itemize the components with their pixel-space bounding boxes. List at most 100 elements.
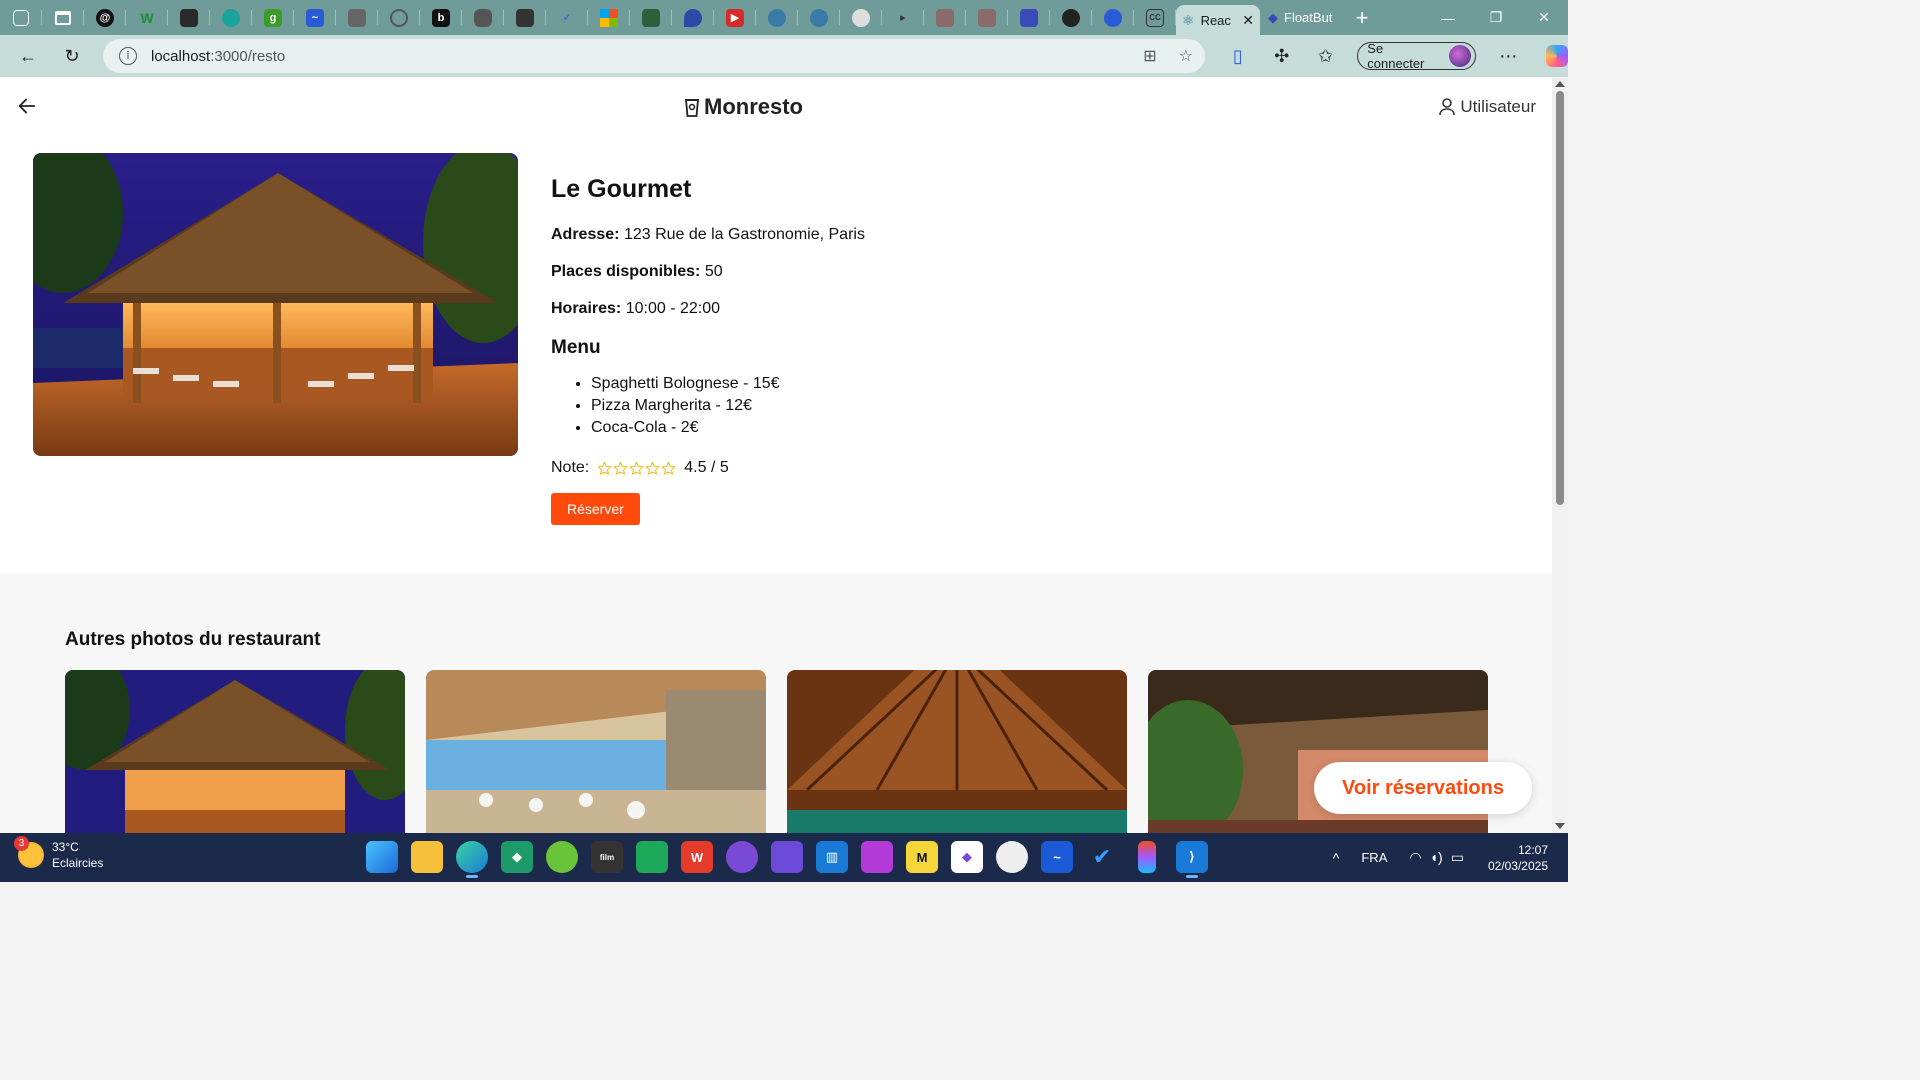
- close-tab-icon[interactable]: ✕: [1242, 12, 1254, 29]
- pinned-tab-gray[interactable]: [336, 0, 378, 35]
- app-available-icon[interactable]: ⊞: [1143, 46, 1156, 66]
- workspaces-icon[interactable]: [0, 0, 42, 35]
- figma-icon[interactable]: [1138, 841, 1156, 873]
- pinned-tab-wave[interactable]: ~: [294, 0, 336, 35]
- minimize-icon[interactable]: —: [1424, 0, 1472, 35]
- more-menu-icon[interactable]: ⋯: [1486, 35, 1530, 77]
- pinned-tab-teal[interactable]: [210, 0, 252, 35]
- pinned-tab-img-1[interactable]: [924, 0, 966, 35]
- url-text[interactable]: localhost:3000/resto: [151, 48, 285, 65]
- favorites-icon[interactable]: ✩: [1304, 35, 1348, 77]
- pinned-tab-drop[interactable]: [672, 0, 714, 35]
- todo-check-icon[interactable]: ✔: [1086, 841, 1118, 873]
- github-icon[interactable]: [726, 841, 758, 873]
- pinned-tab-circle[interactable]: [378, 0, 420, 35]
- gallery-photo[interactable]: [65, 670, 405, 833]
- tab-title: FloatBut: [1284, 10, 1333, 25]
- scroll-down-icon[interactable]: [1555, 823, 1565, 829]
- app-wps-icon[interactable]: W: [681, 841, 713, 873]
- gallery-photo[interactable]: [787, 670, 1127, 833]
- trello-icon[interactable]: ▥: [816, 841, 848, 873]
- battery-icon[interactable]: ▭: [1451, 849, 1464, 866]
- brand-logo[interactable]: Monresto: [684, 94, 803, 120]
- pinned-tab-w[interactable]: W: [126, 0, 168, 35]
- miro-icon[interactable]: M: [906, 841, 938, 873]
- pinned-tab-blue-check[interactable]: ✓: [546, 0, 588, 35]
- new-tab-icon[interactable]: +: [1344, 0, 1380, 35]
- pinned-tab-microsoft[interactable]: [588, 0, 630, 35]
- pinned-tab-img-2[interactable]: [966, 0, 1008, 35]
- app-purple-icon[interactable]: [771, 841, 803, 873]
- tray-expand-icon[interactable]: ^: [1333, 850, 1340, 866]
- pinned-tab-youtube[interactable]: ▶: [714, 0, 756, 35]
- pinned-tab-react-2[interactable]: [798, 0, 840, 35]
- split-screen-icon[interactable]: ▯: [1216, 35, 1260, 77]
- page-content: Monresto Utilisateur Le Gourmet Adresse:…: [0, 77, 1552, 833]
- info-icon[interactable]: i: [119, 47, 137, 65]
- pinned-tab-edge[interactable]: [1008, 0, 1050, 35]
- app-cinema-icon[interactable]: film: [591, 841, 623, 873]
- tab-floatbutton[interactable]: ◆ FloatBut: [1260, 0, 1344, 35]
- file-explorer-icon[interactable]: [411, 841, 443, 873]
- copilot-icon[interactable]: [1546, 45, 1568, 67]
- app-face-icon[interactable]: [996, 841, 1028, 873]
- pinned-tab-threads[interactable]: @: [84, 0, 126, 35]
- pinned-tab-green[interactable]: g: [252, 0, 294, 35]
- refresh-icon[interactable]: ↻: [50, 35, 94, 77]
- tab-title: Reac: [1200, 12, 1231, 28]
- pinned-tab-github[interactable]: [1050, 0, 1092, 35]
- scrollbar-thumb[interactable]: [1556, 91, 1564, 505]
- favorite-star-icon[interactable]: ☆: [1179, 46, 1193, 66]
- star-icon: [662, 461, 676, 475]
- user-menu[interactable]: Utilisateur: [1439, 97, 1536, 117]
- app-whatsapp-icon[interactable]: [636, 841, 668, 873]
- gallery-photo[interactable]: [426, 670, 766, 833]
- avatar: [1449, 45, 1472, 67]
- language-indicator[interactable]: FRA: [1361, 850, 1387, 865]
- seats-value: 50: [704, 263, 723, 280]
- wifi-icon[interactable]: ◠: [1409, 849, 1421, 866]
- close-window-icon[interactable]: ✕: [1520, 0, 1568, 35]
- app-cube-icon[interactable]: [861, 841, 893, 873]
- edge-icon[interactable]: [456, 841, 488, 878]
- address-bar[interactable]: i localhost:3000/resto ⊞ ☆: [103, 39, 1205, 73]
- app-green-diamond-icon[interactable]: ◆: [501, 841, 533, 873]
- pinned-tab-cc[interactable]: CC: [1134, 0, 1176, 35]
- pinned-tab-b[interactable]: b: [420, 0, 462, 35]
- window-controls: — ❐ ✕: [1424, 0, 1568, 35]
- pinned-tab-x[interactable]: [504, 0, 546, 35]
- taskbar-apps: ◆ film W ▥ M ◆ ~ ✔ ⟩: [366, 841, 1208, 878]
- pinned-tab-blue[interactable]: [1092, 0, 1134, 35]
- pinned-tab-arrow[interactable]: ▸: [882, 0, 924, 35]
- tab-actions-icon[interactable]: [42, 0, 84, 35]
- pinned-tab-cube[interactable]: [630, 0, 672, 35]
- pinned-tab-globe[interactable]: [840, 0, 882, 35]
- star-icon: [598, 461, 612, 475]
- page-scrollbar[interactable]: [1552, 77, 1568, 833]
- cloud-icon[interactable]: [546, 841, 578, 873]
- scroll-up-icon[interactable]: [1555, 81, 1565, 87]
- start-menu-icon[interactable]: [366, 841, 398, 873]
- signin-button[interactable]: Se connecter: [1357, 41, 1477, 71]
- reserve-button[interactable]: Réserver: [551, 493, 640, 525]
- pinned-tab-react-1[interactable]: [756, 0, 798, 35]
- extensions-icon[interactable]: ✣: [1260, 35, 1304, 77]
- weather-widget[interactable]: 3 33°C Eclaircies: [14, 836, 103, 871]
- vscode-icon[interactable]: ⟩: [1176, 841, 1208, 878]
- restaurant-main-photo: [33, 153, 518, 456]
- seats-row: Places disponibles: 50: [551, 263, 723, 280]
- pinned-tab-chat[interactable]: [462, 0, 504, 35]
- view-reservations-button[interactable]: Voir réservations: [1314, 762, 1532, 814]
- app-gem-icon[interactable]: ◆: [951, 841, 983, 873]
- back-arrow-icon[interactable]: [16, 95, 38, 117]
- back-icon[interactable]: ←: [6, 35, 50, 77]
- menu-item: Pizza Margherita - 12€: [591, 395, 1151, 417]
- clock[interactable]: 12:07 02/03/2025: [1488, 842, 1548, 874]
- cup-icon: [685, 99, 699, 117]
- restore-icon[interactable]: ❐: [1472, 0, 1520, 35]
- pinned-tab-dark[interactable]: [168, 0, 210, 35]
- menu-list: Spaghetti Bolognese - 15€ Pizza Margheri…: [551, 373, 1151, 439]
- volume-icon[interactable]: ◖): [1430, 849, 1443, 866]
- tab-active-react[interactable]: ⚛ Reac ✕: [1176, 5, 1260, 35]
- app-wave-icon[interactable]: ~: [1041, 841, 1073, 873]
